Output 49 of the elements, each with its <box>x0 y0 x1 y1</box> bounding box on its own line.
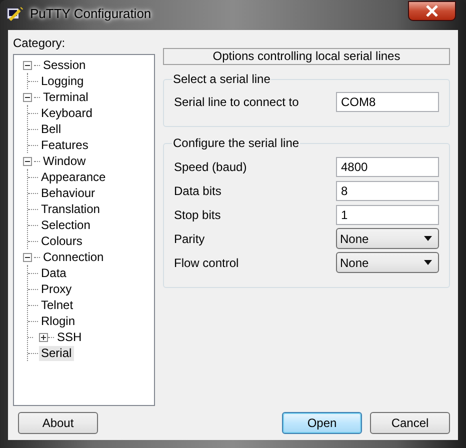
collapse-icon[interactable] <box>23 252 32 262</box>
tree-item[interactable]: Serial <box>39 346 74 361</box>
input-field[interactable]: 4800 <box>336 156 439 177</box>
field-label: Parity <box>174 232 205 246</box>
tree-item[interactable]: SSH <box>55 330 84 345</box>
window-title: PuTTY Configuration <box>30 5 152 22</box>
dialog-button[interactable]: About <box>18 412 98 434</box>
caret-icon <box>424 236 432 242</box>
field-label: Serial line to connect to <box>174 95 299 110</box>
dialog-button[interactable]: Open <box>282 412 362 434</box>
tree-item[interactable]: Appearance <box>39 170 108 185</box>
dropdown[interactable]: None <box>336 252 439 274</box>
group-title: Configure the serial line <box>172 136 300 151</box>
tree-item[interactable]: Data <box>39 266 68 281</box>
tree-item[interactable]: Proxy <box>39 282 74 297</box>
dialog-button[interactable]: Cancel <box>370 412 450 434</box>
dropdown[interactable]: None <box>336 228 439 250</box>
tree-item[interactable]: Colours <box>39 234 84 249</box>
close-button[interactable] <box>408 1 456 21</box>
collapse-icon[interactable] <box>23 60 32 70</box>
tree-item[interactable]: Translation <box>39 202 102 217</box>
expand-icon[interactable] <box>39 332 48 342</box>
field-label: Flow control <box>174 256 239 270</box>
app-icon <box>6 5 24 23</box>
tree-item[interactable]: Logging <box>39 74 86 89</box>
close-icon <box>425 5 439 17</box>
tree-item[interactable]: Rlogin <box>39 314 78 329</box>
tree-item[interactable]: Bell <box>39 122 64 137</box>
field-label: Stop bits <box>174 208 221 222</box>
collapse-icon[interactable] <box>23 156 32 166</box>
tree-item[interactable]: Behaviour <box>39 186 98 201</box>
tree-item[interactable]: Connection <box>41 250 106 265</box>
input-field[interactable]: 1 <box>336 204 439 225</box>
tree-item[interactable]: Selection <box>39 218 92 233</box>
input-field[interactable]: COM8 <box>336 92 439 112</box>
input-field[interactable]: 8 <box>336 180 439 201</box>
group-title: Select a serial line <box>172 72 272 86</box>
collapse-icon[interactable] <box>23 92 32 102</box>
panel-header: Options controlling local serial lines <box>163 48 450 65</box>
tree-item[interactable]: Window <box>41 154 88 169</box>
tree-item[interactable]: Features <box>39 138 90 153</box>
field-label: Data bits <box>174 184 222 198</box>
tree-item[interactable]: Terminal <box>41 90 90 105</box>
field-label: Speed (baud) <box>174 160 247 174</box>
category-label: Category: <box>13 36 66 50</box>
tree-item[interactable]: Session <box>41 58 88 73</box>
tree-item[interactable]: Telnet <box>39 298 76 313</box>
tree-item[interactable]: Keyboard <box>39 106 94 121</box>
caret-icon <box>424 260 432 266</box>
